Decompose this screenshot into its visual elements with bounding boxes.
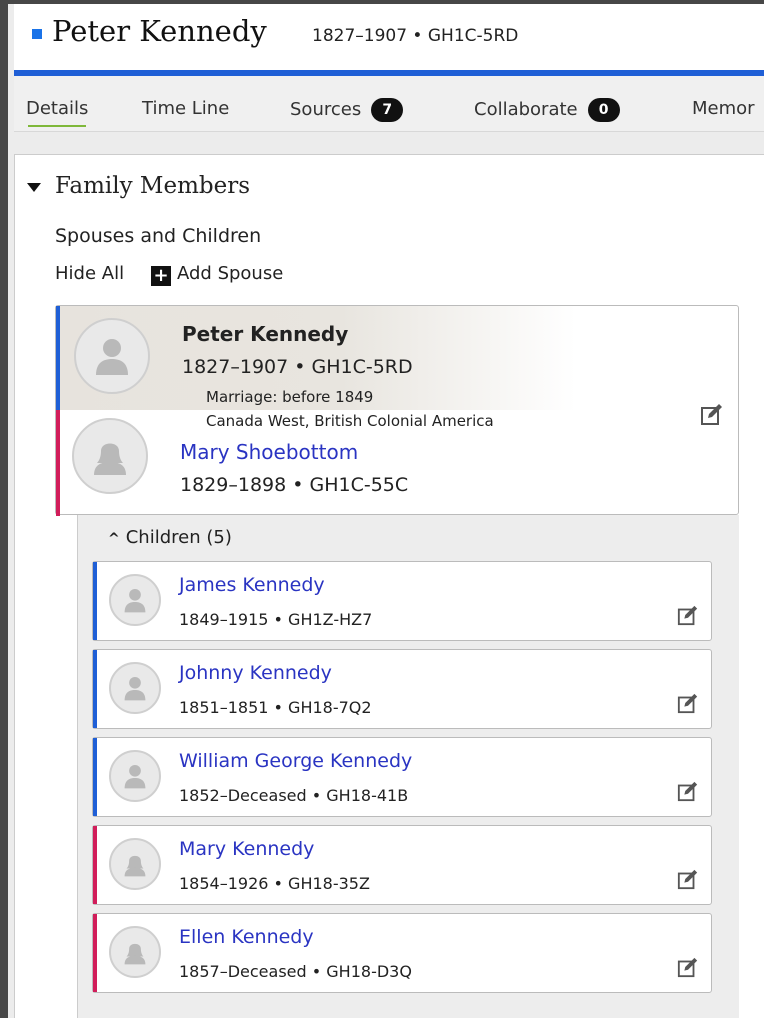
child-name-link[interactable]: William George Kennedy: [179, 750, 412, 772]
person-silhouette-icon: [72, 418, 148, 494]
child-card: Ellen Kennedy 1857–Deceased • GH18-D3Q: [92, 913, 712, 993]
tab-details[interactable]: Details: [26, 98, 89, 127]
edit-icon[interactable]: [677, 956, 699, 978]
collaborate-count-badge: 0: [587, 98, 620, 122]
child-lifespan-id: 1849–1915 • GH1Z-HZ7: [179, 610, 373, 629]
children-toggle[interactable]: ^ Children (5): [108, 527, 232, 548]
person-silhouette-icon: [109, 838, 161, 890]
tab-sources[interactable]: Sources 7: [290, 98, 404, 122]
tab-label: Sources: [290, 99, 362, 120]
child-lifespan-id: 1857–Deceased • GH18-D3Q: [179, 962, 412, 981]
person-header: Peter Kennedy 1827–1907 • GH1C-5RD: [14, 4, 764, 76]
edit-icon[interactable]: [677, 692, 699, 714]
female-indicator-bar: [93, 826, 97, 904]
tab-bar: Details Time Line Sources 7 Collaborate 0 …: [14, 76, 764, 132]
caret-up-icon: ^: [108, 531, 120, 547]
wife-name-link[interactable]: Mary Shoebottom: [180, 440, 358, 464]
couple-card: Peter Kennedy 1827–1907 • GH1C-5RD Marri…: [55, 305, 739, 516]
child-card: Mary Kennedy 1854–1926 • GH18-35Z: [92, 825, 712, 905]
child-name-link[interactable]: James Kennedy: [179, 574, 325, 596]
male-indicator-bar: [56, 306, 60, 410]
child-card: William George Kennedy 1852–Deceased • G…: [92, 737, 712, 817]
child-name-link[interactable]: Mary Kennedy: [179, 838, 314, 860]
tab-label: Time Line: [142, 98, 230, 119]
child-name-link[interactable]: Ellen Kennedy: [179, 926, 314, 948]
person-lifespan-id: 1827–1907 • GH1C-5RD: [312, 26, 519, 46]
plus-icon: +: [151, 266, 171, 286]
tab-memories[interactable]: Memor: [692, 98, 755, 119]
sources-count-badge: 7: [371, 98, 404, 122]
marriage-date: Marriage: before 1849: [206, 388, 374, 406]
edit-icon[interactable]: [677, 868, 699, 890]
tab-collaborate[interactable]: Collaborate 0: [474, 98, 620, 122]
person-silhouette-icon: [109, 750, 161, 802]
male-indicator-bar: [93, 738, 97, 816]
edit-icon[interactable]: [677, 604, 699, 626]
child-lifespan-id: 1854–1926 • GH18-35Z: [179, 874, 370, 893]
male-indicator-bar: [93, 562, 97, 640]
husband-name: Peter Kennedy: [182, 322, 349, 346]
person-name: Peter Kennedy: [52, 14, 267, 48]
children-toggle-label: Children (5): [125, 527, 232, 548]
person-silhouette-icon: [109, 574, 161, 626]
family-members-panel: Family Members Spouses and Children Hide…: [14, 154, 764, 1018]
edit-icon[interactable]: [677, 780, 699, 802]
female-indicator-bar: [56, 410, 60, 516]
person-silhouette-icon: [74, 318, 150, 394]
male-indicator-bar: [93, 650, 97, 728]
collapse-triangle-icon[interactable]: [27, 183, 41, 192]
child-card: James Kennedy 1849–1915 • GH1Z-HZ7: [92, 561, 712, 641]
add-spouse-button[interactable]: + Add Spouse: [151, 263, 283, 286]
add-spouse-label: Add Spouse: [177, 263, 284, 284]
header-bullet-icon: [32, 29, 42, 39]
edit-icon[interactable]: [700, 402, 724, 426]
marriage-place: Canada West, British Colonial America: [206, 412, 494, 430]
tab-time-line[interactable]: Time Line: [142, 98, 229, 119]
child-lifespan-id: 1851–1851 • GH18-7Q2: [179, 698, 372, 717]
children-area: ^ Children (5) James Kennedy 1849–1915 • …: [77, 515, 739, 1018]
husband-lifespan-id: 1827–1907 • GH1C-5RD: [182, 356, 413, 378]
tab-label: Memor: [692, 98, 755, 119]
tab-label: Details: [26, 98, 89, 119]
female-indicator-bar: [93, 914, 97, 992]
app-frame: Peter Kennedy 1827–1907 • GH1C-5RD Detai…: [8, 4, 764, 1018]
person-silhouette-icon: [109, 926, 161, 978]
hide-all-link[interactable]: Hide All: [55, 263, 124, 284]
section-title[interactable]: Family Members: [55, 173, 250, 199]
tab-label: Collaborate: [474, 99, 578, 120]
child-lifespan-id: 1852–Deceased • GH18-41B: [179, 786, 409, 805]
subsection-title: Spouses and Children: [55, 225, 262, 247]
child-card: Johnny Kennedy 1851–1851 • GH18-7Q2: [92, 649, 712, 729]
person-silhouette-icon: [109, 662, 161, 714]
wife-lifespan-id: 1829–1898 • GH1C-55C: [180, 474, 409, 496]
child-name-link[interactable]: Johnny Kennedy: [179, 662, 332, 684]
